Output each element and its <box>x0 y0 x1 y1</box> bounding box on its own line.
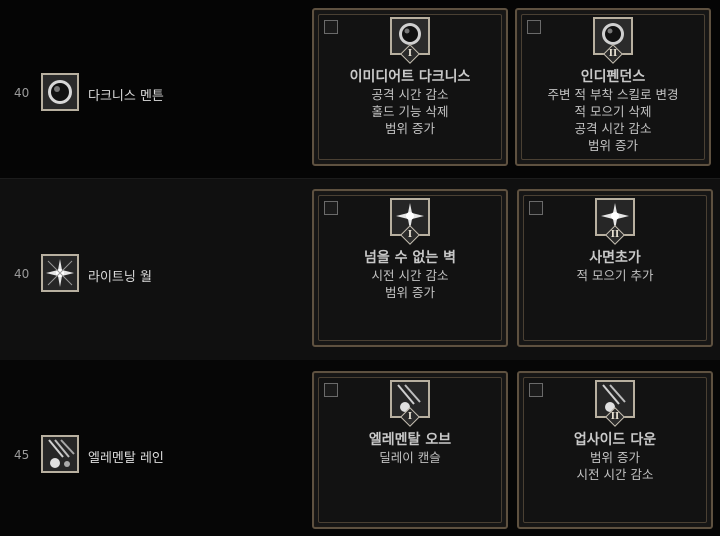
augment-title: 사면초가 <box>589 250 641 266</box>
skill-name: 라이트닝 월 <box>88 270 152 285</box>
augment-card[interactable]: II 업사이드 다운 범위 증가 시전 시간 감소 <box>517 371 713 529</box>
augment-description: 공격 시간 감소 홀드 기능 삭제 범위 증가 <box>314 86 506 137</box>
augment-line: 범위 증가 <box>588 138 638 153</box>
augment-checkbox[interactable] <box>324 20 338 34</box>
augment-line: 주변 적 부착 스킬로 변경 <box>547 87 679 102</box>
augment-line: 홀드 기능 삭제 <box>371 104 449 119</box>
augment-title: 엘레멘탈 오브 <box>368 432 452 448</box>
augment-title: 인디펜던스 <box>580 69 646 85</box>
augment-description: 범위 증가 시전 시간 감소 <box>519 449 711 483</box>
augment-line: 시전 시간 감소 <box>371 268 449 283</box>
elemental-rain-icon[interactable] <box>41 435 79 473</box>
augment-icon: II <box>595 198 635 245</box>
augment-description: 주변 적 부착 스킬로 변경 적 모으기 삭제 공격 시간 감소 범위 증가 <box>517 86 709 154</box>
augment-description: 적 모으기 추가 <box>519 267 711 284</box>
augment-card[interactable]: I 이미디어트 다크니스 공격 시간 감소 홀드 기능 삭제 범위 증가 <box>312 8 508 166</box>
augment-card[interactable]: II 사면초가 적 모으기 추가 <box>517 189 713 347</box>
augment-title: 업사이드 다운 <box>573 432 657 448</box>
skill-level: 45 <box>14 448 30 462</box>
augment-line: 적 모으기 추가 <box>576 268 654 283</box>
augment-line: 공격 시간 감소 <box>574 121 652 136</box>
lightning-burst-icon[interactable] <box>41 254 79 292</box>
augment-title: 넘을 수 없는 벽 <box>364 250 456 266</box>
skill-level: 40 <box>14 267 30 281</box>
augment-checkbox[interactable] <box>529 383 543 397</box>
augment-icon: I <box>390 17 430 64</box>
augment-checkbox[interactable] <box>529 201 543 215</box>
skill-name: 엘레멘탈 레인 <box>88 451 164 466</box>
augment-title: 이미디어트 다크니스 <box>349 69 471 85</box>
augment-description: 딜레이 캔슬 <box>314 449 506 466</box>
augment-card[interactable]: I 엘레멘탈 오브 딜레이 캔슬 <box>312 371 508 529</box>
augment-checkbox[interactable] <box>527 20 541 34</box>
augment-line: 범위 증가 <box>385 285 435 300</box>
augment-line: 범위 증가 <box>590 450 640 465</box>
augment-line: 공격 시간 감소 <box>371 87 449 102</box>
skill-level: 40 <box>14 86 30 100</box>
skill-name: 다크니스 멘튼 <box>88 89 164 104</box>
augment-card[interactable]: II 인디펜던스 주변 적 부착 스킬로 변경 적 모으기 삭제 공격 시간 감… <box>515 8 711 166</box>
augment-description: 시전 시간 감소 범위 증가 <box>314 267 506 301</box>
augment-icon: II <box>595 380 635 427</box>
augment-line: 적 모으기 삭제 <box>574 104 652 119</box>
augment-line: 범위 증가 <box>385 121 435 136</box>
augment-icon: I <box>390 380 430 427</box>
augment-checkbox[interactable] <box>324 383 338 397</box>
augment-checkbox[interactable] <box>324 201 338 215</box>
augment-line: 딜레이 캔슬 <box>379 450 441 465</box>
augment-icon: I <box>390 198 430 245</box>
augment-card[interactable]: I 넘을 수 없는 벽 시전 시간 감소 범위 증가 <box>312 189 508 347</box>
augment-line: 시전 시간 감소 <box>576 467 654 482</box>
dark-orb-icon[interactable] <box>41 73 79 111</box>
augment-icon: II <box>593 17 633 64</box>
